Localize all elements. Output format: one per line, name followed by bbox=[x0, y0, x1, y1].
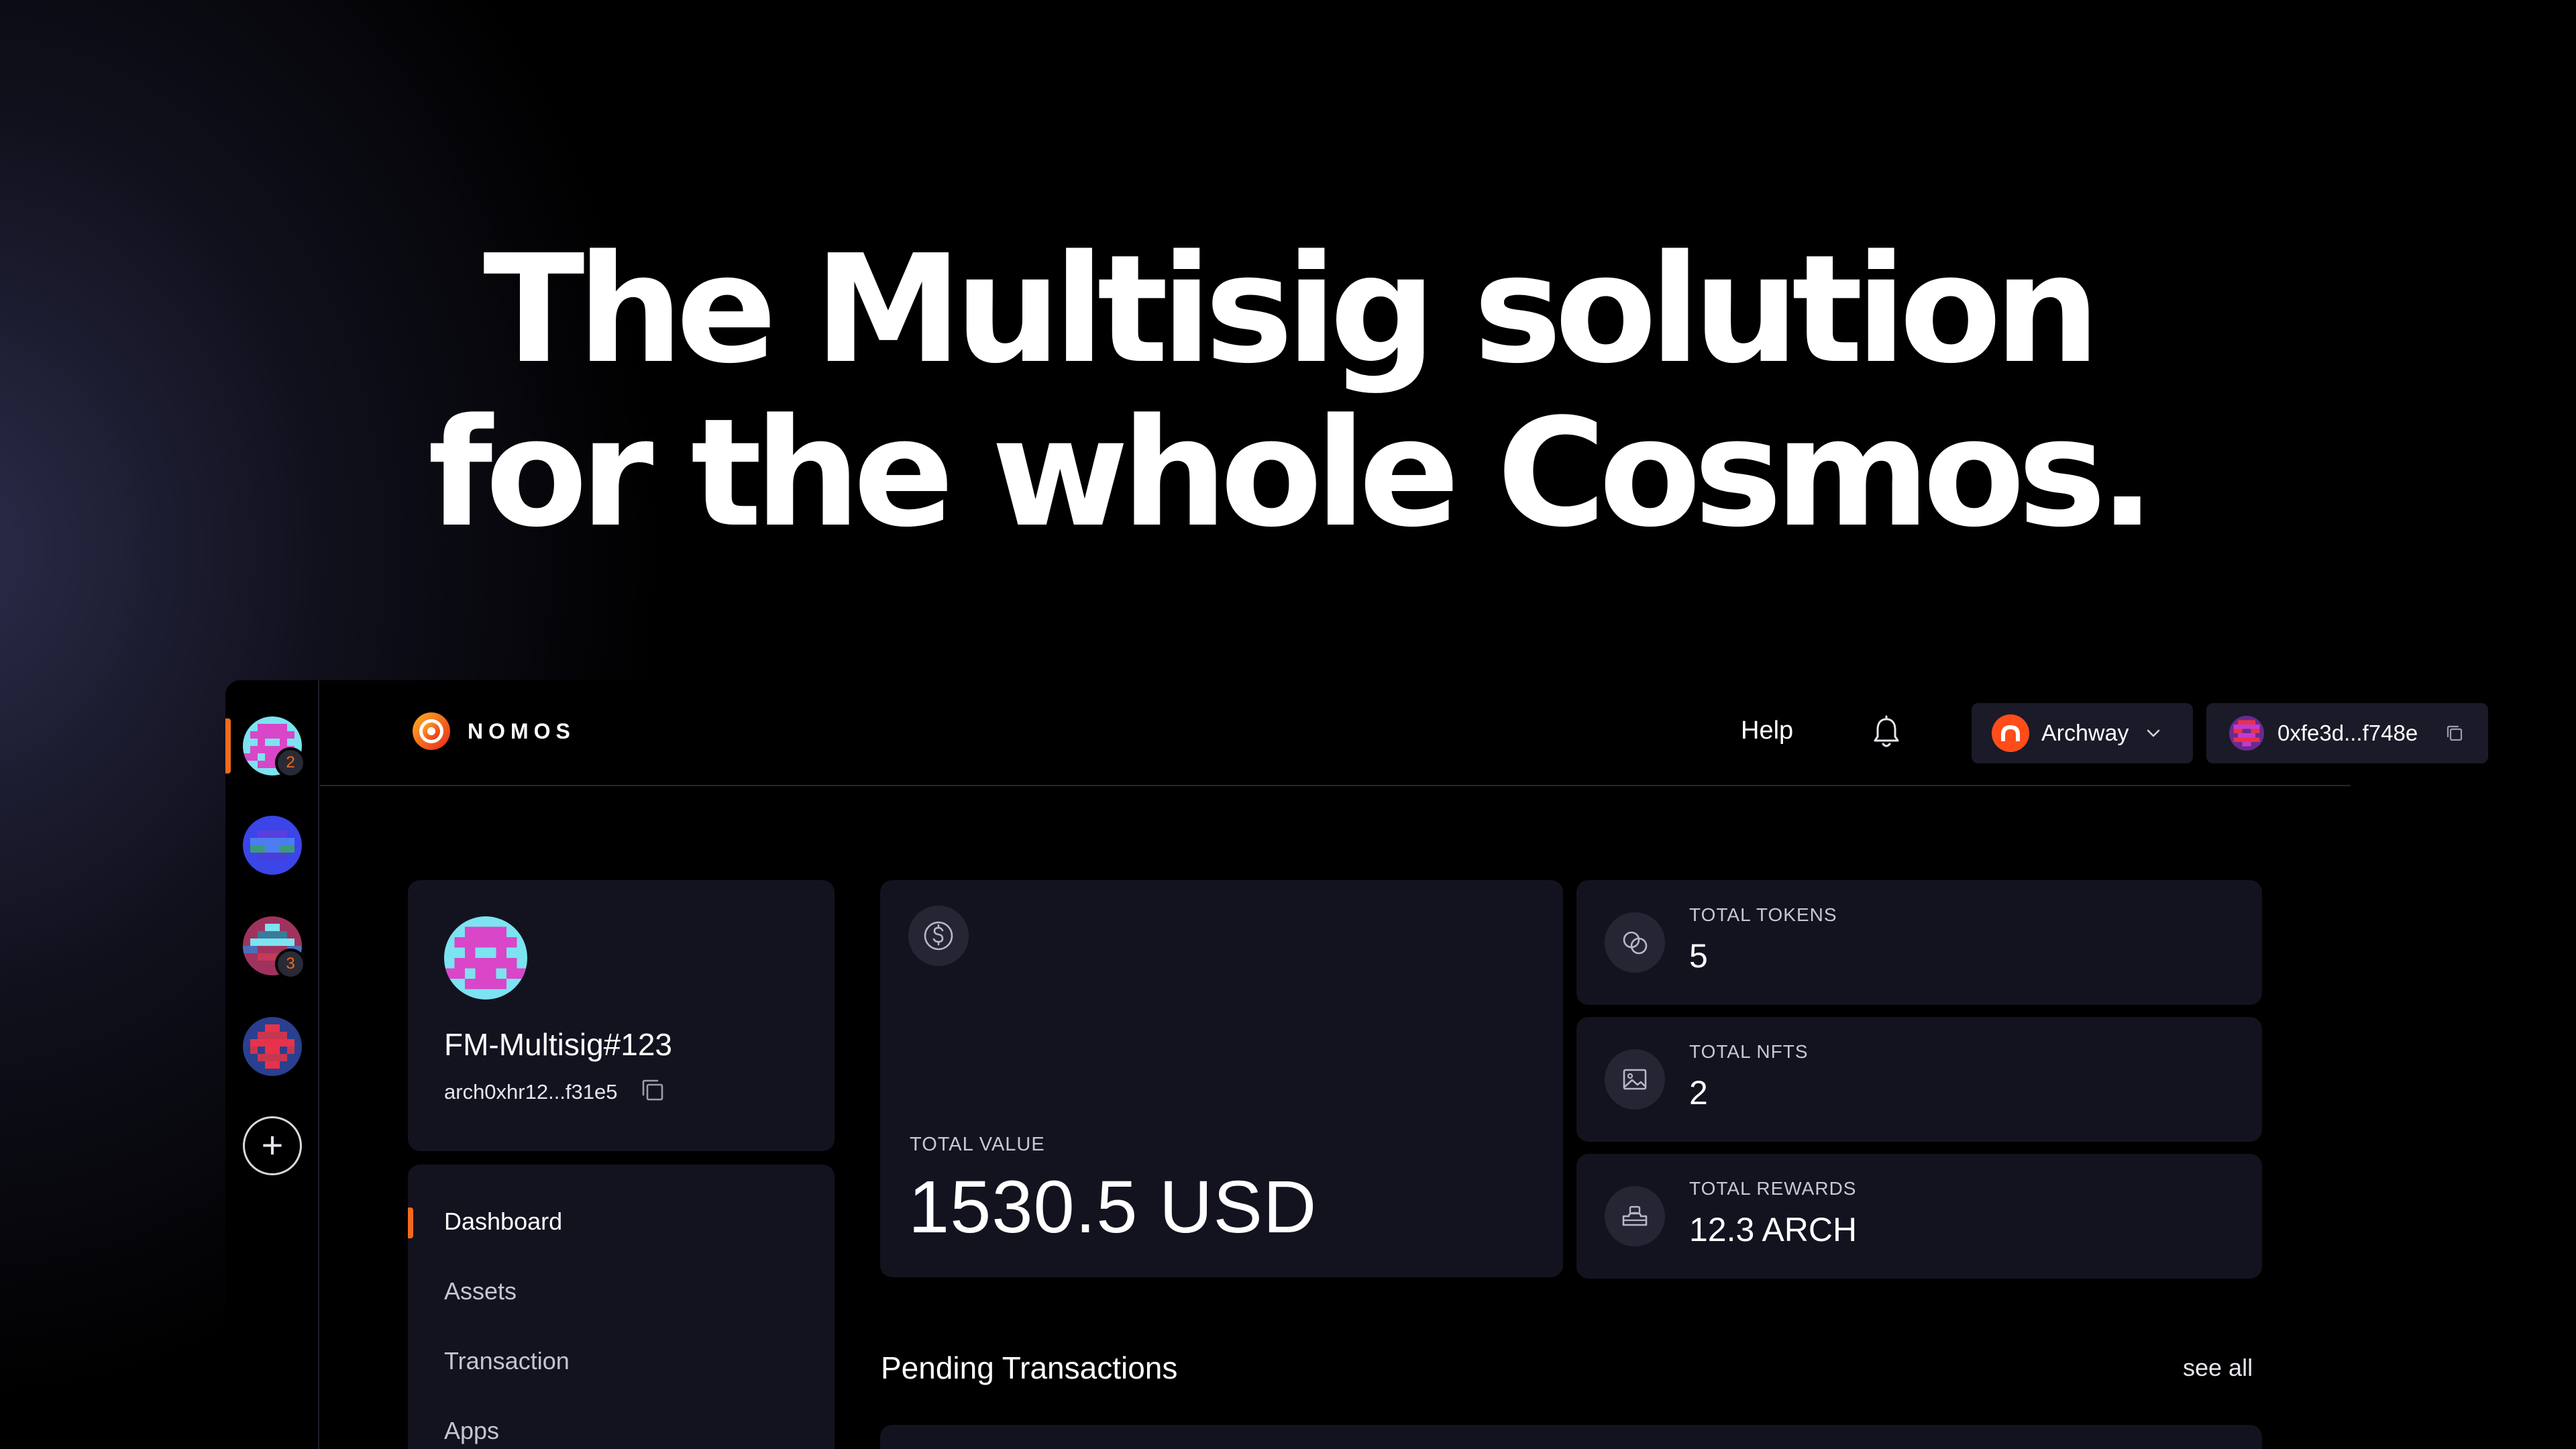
top-bar: NOMOS Help Archway 0xfe3d...f748e bbox=[320, 680, 2488, 786]
copy-icon[interactable] bbox=[2445, 723, 2465, 743]
bell-icon[interactable] bbox=[1870, 715, 1903, 751]
archway-icon bbox=[1992, 714, 2029, 752]
tokens-icon bbox=[1605, 912, 1665, 973]
stat-label: TOTAL REWARDS bbox=[1689, 1178, 1857, 1199]
add-account-button[interactable]: + bbox=[243, 1116, 302, 1175]
image-icon bbox=[1605, 1049, 1665, 1110]
nav-item-assets[interactable]: Assets bbox=[444, 1277, 517, 1305]
account-badge-1: 2 bbox=[275, 747, 306, 778]
help-link[interactable]: Help bbox=[1741, 716, 1793, 745]
multisig-name: FM-Multisig#123 bbox=[444, 1027, 672, 1062]
account-avatar-4[interactable] bbox=[243, 1017, 302, 1076]
nav-item-transaction[interactable]: Transaction bbox=[444, 1347, 570, 1375]
pixel-avatar-icon bbox=[243, 816, 302, 875]
app-window: 2 3 + NOMOS Help Archway 0xfe3d...f748e … bbox=[225, 680, 2488, 1449]
total-value-label: TOTAL VALUE bbox=[910, 1134, 1045, 1155]
account-badge-3: 3 bbox=[275, 949, 306, 979]
pending-transactions-title: Pending Transactions bbox=[881, 1350, 1178, 1385]
wallet-avatar bbox=[2229, 716, 2264, 751]
hero-line-2: for the whole Cosmos. bbox=[427, 387, 2155, 560]
multisig-profile-card: FM-Multisig#123 arch0xhr12...f31e5 bbox=[408, 880, 835, 1151]
pixel-avatar-icon bbox=[243, 1017, 302, 1076]
dollar-icon bbox=[908, 906, 969, 966]
pending-transactions-card bbox=[880, 1425, 2262, 1449]
logo-text: NOMOS bbox=[468, 718, 576, 743]
nav-item-dashboard[interactable]: Dashboard bbox=[444, 1208, 562, 1236]
total-value-card: TOTAL VALUE 1530.5 USD bbox=[880, 880, 1563, 1277]
multisig-avatar bbox=[444, 916, 527, 1000]
stat-card-tokens: TOTAL TOKENS 5 bbox=[1576, 880, 2262, 1005]
stat-value: 5 bbox=[1689, 937, 1708, 975]
total-value-amount: 1530.5 USD bbox=[908, 1166, 1318, 1248]
stat-value: 2 bbox=[1689, 1074, 1708, 1112]
logo[interactable]: NOMOS bbox=[411, 711, 576, 751]
hero-line-1: The Multisig solution bbox=[483, 223, 2100, 396]
account-avatar-2[interactable] bbox=[243, 816, 302, 875]
see-all-link[interactable]: see all bbox=[2183, 1354, 2253, 1382]
nav-active-indicator bbox=[408, 1208, 413, 1238]
wallet-button[interactable]: 0xfe3d...f748e bbox=[2206, 703, 2488, 763]
pixel-avatar-icon bbox=[2229, 716, 2264, 751]
pixel-avatar-icon bbox=[444, 916, 527, 1000]
stat-card-nfts: TOTAL NFTS 2 bbox=[1576, 1017, 2262, 1142]
nomos-logo-icon bbox=[413, 712, 450, 750]
account-rail: 2 3 + bbox=[225, 680, 319, 1449]
wallet-address: 0xfe3d...f748e bbox=[2277, 720, 2418, 745]
nav-item-apps[interactable]: Apps bbox=[444, 1417, 499, 1445]
stat-card-rewards: TOTAL REWARDS 12.3 ARCH bbox=[1576, 1154, 2262, 1279]
chain-label: Archway bbox=[2041, 720, 2129, 746]
stat-value: 12.3 ARCH bbox=[1689, 1211, 1858, 1248]
rail-active-indicator bbox=[225, 718, 231, 773]
stat-label: TOTAL TOKENS bbox=[1689, 904, 1837, 925]
chain-selector[interactable]: Archway bbox=[1972, 703, 2193, 763]
rewards-icon bbox=[1605, 1186, 1665, 1246]
hero-headline: The Multisig solution for the whole Cosm… bbox=[0, 228, 2576, 555]
copy-icon[interactable] bbox=[639, 1076, 667, 1104]
side-navigation: Dashboard Assets Transaction Apps bbox=[408, 1165, 835, 1449]
multisig-address: arch0xhr12...f31e5 bbox=[444, 1080, 618, 1104]
chevron-down-icon bbox=[2147, 729, 2160, 737]
stat-label: TOTAL NFTS bbox=[1689, 1041, 1809, 1062]
